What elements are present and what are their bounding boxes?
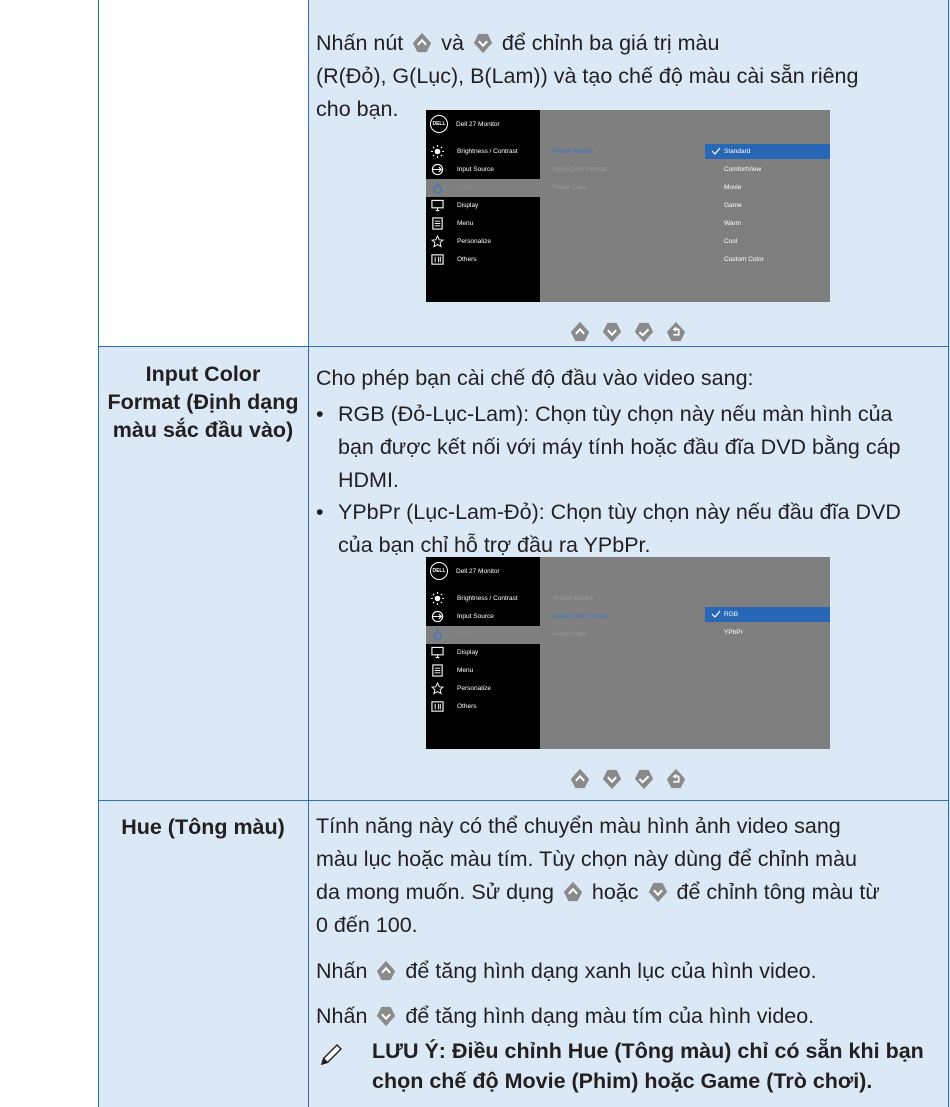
table-border <box>948 0 949 1107</box>
osd-option-custom-color: Custom Color <box>724 256 764 263</box>
osd-item-preset-modes: Preset Modes <box>553 148 594 155</box>
display-icon <box>431 199 444 212</box>
empty-label-cell <box>98 0 308 346</box>
brightness-icon <box>431 145 444 158</box>
input-color-format-label: Input Color Format (Định dạng màu sắc đầ… <box>107 362 299 442</box>
osd-screenshot-input-color-format: DELL Dell 27 Monitor Brightness / Contra… <box>426 557 830 749</box>
osd-option-comfortview: ComfortView <box>724 166 762 173</box>
note-pencil-icon <box>321 1044 342 1065</box>
osd-menu-display: Display <box>426 644 540 662</box>
back-button-icon <box>665 320 687 344</box>
left-margin-cell <box>0 0 98 1107</box>
osd-option-warm: Warm <box>724 220 742 227</box>
osd-menu-input-source: Input Source <box>426 161 540 179</box>
ok-button-icon <box>633 767 655 791</box>
osd-item-input-color-format: Input Color Format <box>553 166 608 173</box>
osd-menu-others: Others <box>426 251 540 269</box>
input-source-icon <box>431 163 444 176</box>
osd-menu-brightness: Brightness / Contrast <box>426 590 540 608</box>
osd-option-standard: Standard <box>705 144 830 159</box>
down-button-icon <box>472 32 494 54</box>
osd-menu-color: Color <box>426 179 540 197</box>
others-icon <box>431 701 444 712</box>
osd-menu-input-source: Input Source <box>426 608 540 626</box>
bullet-rgb: • RGB (Đỏ-Lục-Lam): Chọn tùy chọn này nếu… <box>316 402 901 492</box>
osd-item-reset-color: Reset Color <box>553 631 588 638</box>
up-button-icon <box>375 960 397 982</box>
up-button-icon <box>569 320 591 344</box>
others-icon <box>431 254 444 265</box>
dell-logo: DELL <box>430 562 448 580</box>
check-icon <box>711 610 721 618</box>
brightness-icon <box>431 592 444 605</box>
osd-option-rgb: RGB <box>705 607 830 622</box>
osd-option-cool: Cool <box>724 238 738 245</box>
osd-screenshot-preset-modes: DELL Dell 27 Monitor Brightness / Contra… <box>426 110 830 302</box>
star-icon <box>431 682 444 695</box>
osd-menu-others: Others <box>426 698 540 716</box>
menu-icon <box>432 217 443 230</box>
bullet-ypbpr: • YPbPr (Lục-Lam-Đỏ): Chọn tùy chọn này n… <box>316 500 901 557</box>
osd-menu-personalize: Personalize <box>426 680 540 698</box>
up-button-icon <box>562 881 584 903</box>
input-source-icon <box>431 610 444 623</box>
osd-menu-display: Display <box>426 197 540 215</box>
osd-menu-brightness: Brightness / Contrast <box>426 143 540 161</box>
down-button-icon <box>601 320 623 344</box>
row-border <box>98 800 949 801</box>
hue-description: Tính năng này có thể chuyển màu hình ảnh… <box>316 814 880 937</box>
osd-title: Dell 27 Monitor <box>456 121 500 128</box>
up-button-icon <box>569 767 591 791</box>
down-button-icon <box>647 881 669 903</box>
osd-item-preset-modes: Preset Modes <box>553 595 594 602</box>
hue-note: LƯU Ý: Điều chỉnh Hue (Tông màu) chỉ có … <box>372 1039 924 1093</box>
input-color-format-intro: Cho phép bạn cài chế độ đầu vào video sa… <box>316 366 754 390</box>
osd-item-input-color-format: Input Color Format <box>553 613 608 620</box>
color-icon <box>433 181 442 194</box>
osd-title: Dell 27 Monitor <box>456 568 500 575</box>
hue-label: Hue (Tông màu) <box>121 815 285 839</box>
check-icon <box>711 147 721 155</box>
osd-menu-personalize: Personalize <box>426 233 540 251</box>
back-button-icon <box>665 767 687 791</box>
color-icon <box>433 628 442 641</box>
osd-option-game: Game <box>724 202 742 209</box>
osd-option-ypbpr: YPbPr <box>724 629 743 636</box>
star-icon <box>431 235 444 248</box>
dell-logo: DELL <box>430 115 448 133</box>
down-button-icon <box>375 1005 397 1027</box>
display-icon <box>431 646 444 659</box>
osd-menu-color: Color <box>426 626 540 644</box>
table-border <box>308 0 309 1107</box>
menu-icon <box>432 664 443 677</box>
table-border <box>98 0 99 1107</box>
ok-button-icon <box>633 320 655 344</box>
osd-option-movie: Movie <box>724 184 742 191</box>
hue-increase-purple: Nhấn để tăng hình dạng màu tím của hình … <box>316 1004 815 1028</box>
up-button-icon <box>411 32 433 54</box>
row-border <box>98 346 949 347</box>
osd-item-reset-color: Reset Color <box>553 184 588 191</box>
osd-menu-menu: Menu <box>426 662 540 680</box>
osd-menu-menu: Menu <box>426 215 540 233</box>
down-button-icon <box>601 767 623 791</box>
hue-increase-green: Nhấn để tăng hình dạng xanh lục của hình… <box>316 959 817 983</box>
